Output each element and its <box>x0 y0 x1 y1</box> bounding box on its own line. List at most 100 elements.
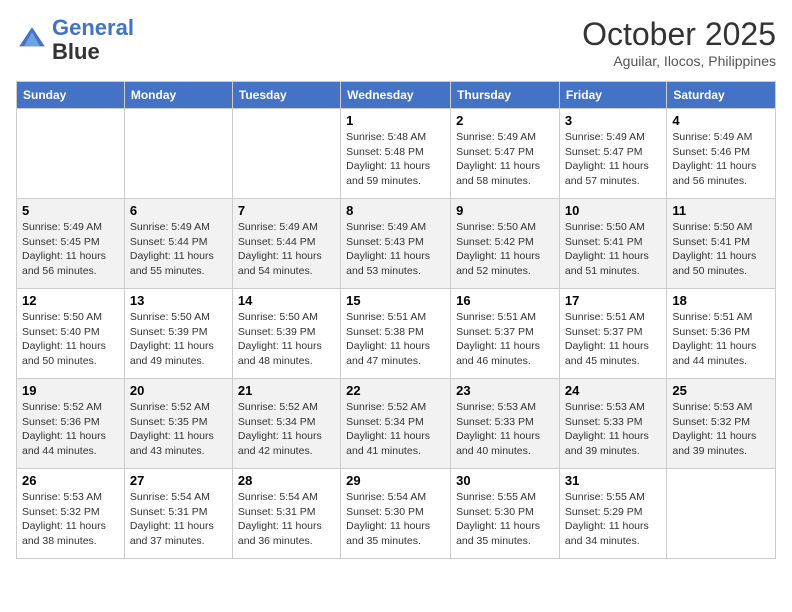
day-number: 2 <box>456 113 554 128</box>
day-info: Sunrise: 5:55 AM Sunset: 5:30 PM Dayligh… <box>456 490 554 549</box>
day-number: 15 <box>346 293 445 308</box>
calendar-cell: 1 Sunrise: 5:48 AM Sunset: 5:48 PM Daylig… <box>341 109 451 199</box>
day-info: Sunrise: 5:50 AM Sunset: 5:39 PM Dayligh… <box>130 310 227 369</box>
calendar-cell: 14 Sunrise: 5:50 AM Sunset: 5:39 PM Dayli… <box>232 289 340 379</box>
day-number: 9 <box>456 203 554 218</box>
page-header: GeneralBlue October 2025 Aguilar, Ilocos… <box>16 16 776 69</box>
day-info: Sunrise: 5:48 AM Sunset: 5:48 PM Dayligh… <box>346 130 445 189</box>
weekday-header-row: SundayMondayTuesdayWednesdayThursdayFrid… <box>17 82 776 109</box>
calendar-table: SundayMondayTuesdayWednesdayThursdayFrid… <box>16 81 776 559</box>
day-number: 22 <box>346 383 445 398</box>
calendar-cell <box>124 109 232 199</box>
day-number: 1 <box>346 113 445 128</box>
day-info: Sunrise: 5:53 AM Sunset: 5:32 PM Dayligh… <box>22 490 119 549</box>
calendar-cell: 17 Sunrise: 5:51 AM Sunset: 5:37 PM Dayli… <box>559 289 666 379</box>
day-info: Sunrise: 5:49 AM Sunset: 5:47 PM Dayligh… <box>456 130 554 189</box>
day-number: 31 <box>565 473 661 488</box>
day-number: 3 <box>565 113 661 128</box>
day-info: Sunrise: 5:51 AM Sunset: 5:37 PM Dayligh… <box>565 310 661 369</box>
day-number: 17 <box>565 293 661 308</box>
calendar-cell: 28 Sunrise: 5:54 AM Sunset: 5:31 PM Dayli… <box>232 469 340 559</box>
calendar-cell: 9 Sunrise: 5:50 AM Sunset: 5:42 PM Daylig… <box>451 199 560 289</box>
day-info: Sunrise: 5:52 AM Sunset: 5:35 PM Dayligh… <box>130 400 227 459</box>
day-info: Sunrise: 5:49 AM Sunset: 5:46 PM Dayligh… <box>672 130 770 189</box>
day-number: 20 <box>130 383 227 398</box>
day-info: Sunrise: 5:55 AM Sunset: 5:29 PM Dayligh… <box>565 490 661 549</box>
calendar-cell: 3 Sunrise: 5:49 AM Sunset: 5:47 PM Daylig… <box>559 109 666 199</box>
logo-text: GeneralBlue <box>52 16 134 64</box>
day-info: Sunrise: 5:49 AM Sunset: 5:44 PM Dayligh… <box>130 220 227 279</box>
day-number: 6 <box>130 203 227 218</box>
weekday-header-sunday: Sunday <box>17 82 125 109</box>
day-number: 4 <box>672 113 770 128</box>
day-info: Sunrise: 5:50 AM Sunset: 5:39 PM Dayligh… <box>238 310 335 369</box>
logo-icon <box>16 24 48 56</box>
calendar-cell: 7 Sunrise: 5:49 AM Sunset: 5:44 PM Daylig… <box>232 199 340 289</box>
weekday-header-saturday: Saturday <box>667 82 776 109</box>
day-info: Sunrise: 5:54 AM Sunset: 5:31 PM Dayligh… <box>130 490 227 549</box>
calendar-cell: 29Sunrise: 5:54 AM Sunset: 5:30 PM Dayli… <box>341 469 451 559</box>
day-info: Sunrise: 5:51 AM Sunset: 5:36 PM Dayligh… <box>672 310 770 369</box>
day-number: 30 <box>456 473 554 488</box>
day-info: Sunrise: 5:54 AM Sunset: 5:31 PM Dayligh… <box>238 490 335 549</box>
weekday-header-wednesday: Wednesday <box>341 82 451 109</box>
day-info: Sunrise: 5:52 AM Sunset: 5:34 PM Dayligh… <box>238 400 335 459</box>
day-number: 27 <box>130 473 227 488</box>
day-info: Sunrise: 5:49 AM Sunset: 5:45 PM Dayligh… <box>22 220 119 279</box>
day-number: 28 <box>238 473 335 488</box>
day-info: Sunrise: 5:49 AM Sunset: 5:47 PM Dayligh… <box>565 130 661 189</box>
day-number: 18 <box>672 293 770 308</box>
day-number: 11 <box>672 203 770 218</box>
calendar-cell: 10Sunrise: 5:50 AM Sunset: 5:41 PM Dayli… <box>559 199 666 289</box>
day-number: 7 <box>238 203 335 218</box>
weekday-header-tuesday: Tuesday <box>232 82 340 109</box>
day-number: 5 <box>22 203 119 218</box>
day-info: Sunrise: 5:49 AM Sunset: 5:43 PM Dayligh… <box>346 220 445 279</box>
day-number: 16 <box>456 293 554 308</box>
day-number: 12 <box>22 293 119 308</box>
calendar-cell: 18 Sunrise: 5:51 AM Sunset: 5:36 PM Dayli… <box>667 289 776 379</box>
day-number: 25 <box>672 383 770 398</box>
calendar-cell: 12 Sunrise: 5:50 AM Sunset: 5:40 PM Dayli… <box>17 289 125 379</box>
week-row-3: 12 Sunrise: 5:50 AM Sunset: 5:40 PM Dayli… <box>17 289 776 379</box>
month-title: October 2025 <box>582 16 776 53</box>
calendar-cell: 8 Sunrise: 5:49 AM Sunset: 5:43 PM Daylig… <box>341 199 451 289</box>
day-number: 13 <box>130 293 227 308</box>
day-info: Sunrise: 5:53 AM Sunset: 5:33 PM Dayligh… <box>565 400 661 459</box>
calendar-cell: 26 Sunrise: 5:53 AM Sunset: 5:32 PM Dayli… <box>17 469 125 559</box>
calendar-cell: 19Sunrise: 5:52 AM Sunset: 5:36 PM Dayli… <box>17 379 125 469</box>
calendar-cell: 20 Sunrise: 5:52 AM Sunset: 5:35 PM Dayli… <box>124 379 232 469</box>
calendar-cell: 21 Sunrise: 5:52 AM Sunset: 5:34 PM Dayli… <box>232 379 340 469</box>
calendar-cell: 13 Sunrise: 5:50 AM Sunset: 5:39 PM Dayli… <box>124 289 232 379</box>
day-number: 21 <box>238 383 335 398</box>
day-number: 14 <box>238 293 335 308</box>
calendar-cell: 25 Sunrise: 5:53 AM Sunset: 5:32 PM Dayli… <box>667 379 776 469</box>
day-info: Sunrise: 5:50 AM Sunset: 5:42 PM Dayligh… <box>456 220 554 279</box>
day-number: 23 <box>456 383 554 398</box>
day-info: Sunrise: 5:49 AM Sunset: 5:44 PM Dayligh… <box>238 220 335 279</box>
day-number: 26 <box>22 473 119 488</box>
calendar-cell: 11 Sunrise: 5:50 AM Sunset: 5:41 PM Dayli… <box>667 199 776 289</box>
weekday-header-monday: Monday <box>124 82 232 109</box>
week-row-2: 5 Sunrise: 5:49 AM Sunset: 5:45 PM Daylig… <box>17 199 776 289</box>
calendar-cell: 24 Sunrise: 5:53 AM Sunset: 5:33 PM Dayli… <box>559 379 666 469</box>
calendar-cell: 5 Sunrise: 5:49 AM Sunset: 5:45 PM Daylig… <box>17 199 125 289</box>
day-number: 8 <box>346 203 445 218</box>
calendar-cell <box>17 109 125 199</box>
day-info: Sunrise: 5:53 AM Sunset: 5:32 PM Dayligh… <box>672 400 770 459</box>
calendar-cell <box>232 109 340 199</box>
calendar-cell: 23 Sunrise: 5:53 AM Sunset: 5:33 PM Dayli… <box>451 379 560 469</box>
day-info: Sunrise: 5:50 AM Sunset: 5:41 PM Dayligh… <box>565 220 661 279</box>
day-info: Sunrise: 5:51 AM Sunset: 5:38 PM Dayligh… <box>346 310 445 369</box>
logo: GeneralBlue <box>16 16 134 64</box>
calendar-cell: 31 Sunrise: 5:55 AM Sunset: 5:29 PM Dayli… <box>559 469 666 559</box>
week-row-5: 26 Sunrise: 5:53 AM Sunset: 5:32 PM Dayli… <box>17 469 776 559</box>
day-info: Sunrise: 5:53 AM Sunset: 5:33 PM Dayligh… <box>456 400 554 459</box>
day-info: Sunrise: 5:50 AM Sunset: 5:40 PM Dayligh… <box>22 310 119 369</box>
day-info: Sunrise: 5:52 AM Sunset: 5:34 PM Dayligh… <box>346 400 445 459</box>
day-info: Sunrise: 5:50 AM Sunset: 5:41 PM Dayligh… <box>672 220 770 279</box>
calendar-cell: 4 Sunrise: 5:49 AM Sunset: 5:46 PM Daylig… <box>667 109 776 199</box>
day-number: 24 <box>565 383 661 398</box>
week-row-1: 1 Sunrise: 5:48 AM Sunset: 5:48 PM Daylig… <box>17 109 776 199</box>
calendar-cell: 16Sunrise: 5:51 AM Sunset: 5:37 PM Dayli… <box>451 289 560 379</box>
